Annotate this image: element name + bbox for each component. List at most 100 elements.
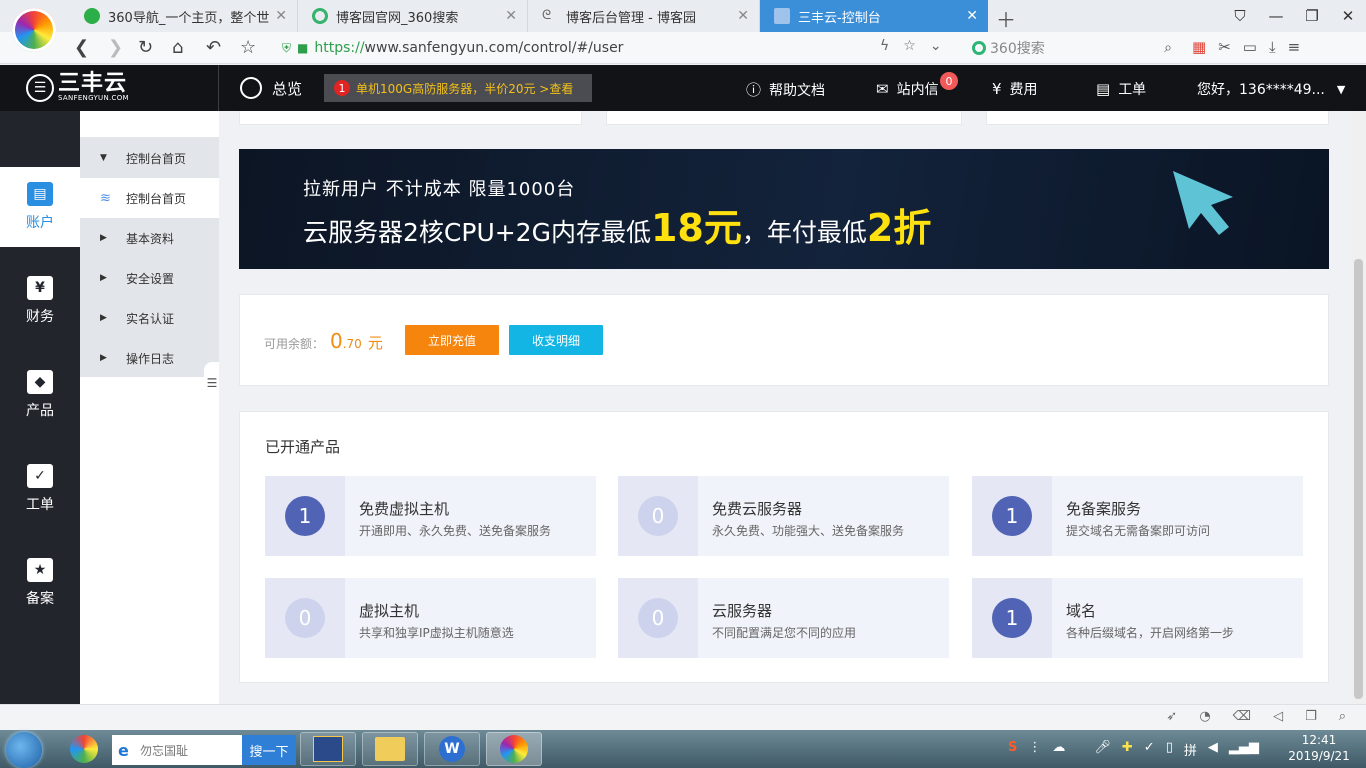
rocket-icon[interactable]: ➶ (1166, 709, 1177, 724)
folder-icon (375, 737, 405, 761)
taskbar-app-wps[interactable]: W (424, 732, 480, 766)
product-count: 0 (638, 496, 678, 536)
overview-link[interactable]: 总览 (240, 77, 302, 99)
volume-icon[interactable]: ◁ (1273, 709, 1283, 724)
favorite-icon[interactable]: ☆ (240, 37, 256, 58)
product-tile-domain[interactable]: 1 域名 各种后缀域名，开启网络第一步 (972, 578, 1303, 658)
close-icon[interactable]: ✕ (737, 8, 749, 24)
clock-time: 12:41 (1301, 733, 1337, 747)
close-window-icon[interactable]: ✕ (1330, 7, 1366, 25)
submenu-item-verification[interactable]: ▶ 实名认证 (80, 298, 219, 338)
recharge-button[interactable]: 立即充值 (405, 325, 499, 355)
browser-tab-active[interactable]: 三丰云-控制台 ✕ (760, 0, 988, 32)
microphone-icon[interactable]: 🎤︎ (1094, 740, 1111, 759)
site-logo[interactable]: ☰ 三丰云 SANFENGYUN.COM (26, 73, 129, 102)
product-tile-cloud[interactable]: 0 云服务器 不同配置满足您不同的应用 (618, 578, 949, 658)
product-tile-free-vhost[interactable]: 1 免费虚拟主机 开通即用、永久免费、送免备案服务 (265, 476, 596, 556)
zoom-icon[interactable]: ⌕ (1339, 709, 1346, 724)
shirt-icon[interactable]: ⛉ (1222, 7, 1258, 25)
undo-icon[interactable]: ↶ (206, 37, 221, 58)
menu-icon[interactable]: ≡ (1288, 38, 1301, 56)
new-tab-icon[interactable]: ＋ (996, 4, 1016, 33)
submenu-label: 控制台首页 (126, 151, 187, 166)
product-name: 虚拟主机 (359, 602, 420, 620)
search-engine-icon (972, 41, 986, 55)
balance-decimal: .70 (342, 337, 362, 351)
ime-icon[interactable]: 拼 (1184, 740, 1197, 759)
apps-grid-icon[interactable]: ▦ (1192, 38, 1206, 56)
chevron-down-icon[interactable]: ⌄ (930, 38, 942, 54)
submenu-item-security[interactable]: ▶ 安全设置 (80, 258, 219, 298)
taskbar-clock[interactable]: 12:41 2019/9/21 (1282, 732, 1356, 764)
promo-banner[interactable]: 拉新用户 不计成本 限量1000台 云服务器2核CPU+2G内存最低18元，年付… (239, 149, 1329, 269)
signal-icon[interactable]: ▂▄▆ (1229, 740, 1259, 759)
collapse-sidebar-icon[interactable]: ☰ (204, 362, 220, 404)
promo-notice[interactable]: 1 单机100G高防服务器，半价20元 >查看 (324, 74, 592, 102)
transactions-button[interactable]: 收支明细 (509, 325, 603, 355)
star-icon[interactable]: ☆ (903, 38, 916, 54)
browser-tab[interactable]: 博客园官网_360搜索 ✕ (298, 0, 528, 32)
close-icon[interactable]: ✕ (966, 8, 978, 24)
help-docs-link[interactable]: ⓘ 帮助文档 (746, 79, 825, 100)
windows-taskbar: e 勿忘国耻 搜一下 W S ⋮ ☁ 🎤︎ ✚ ✓ ▯ 拼 ◀ ▂▄▆ 12:4… (0, 730, 1366, 768)
network-check-icon[interactable]: ✓ (1144, 740, 1155, 759)
home-icon[interactable]: ⌂ (172, 37, 183, 58)
browser-tab[interactable]: ᘓ 博客后台管理 - 博客园 ✕ (528, 0, 760, 32)
submenu-item-console-home[interactable]: ≋ 控制台首页 (80, 178, 219, 218)
security-plus-icon[interactable]: ✚ (1122, 740, 1133, 759)
close-icon[interactable]: ✕ (275, 8, 287, 24)
speed-icon[interactable]: ◔ (1199, 709, 1210, 724)
product-count: 0 (638, 598, 678, 638)
speaker-icon[interactable]: ◀ (1208, 740, 1218, 759)
window-icon[interactable]: ❐ (1305, 709, 1317, 724)
browser-logo-icon[interactable] (12, 8, 56, 52)
rail-item-finance[interactable]: ¥ 财务 (0, 261, 80, 341)
battery-icon[interactable]: ▭ (1243, 38, 1257, 56)
tray-arrow-icon[interactable]: ⋮ (1028, 740, 1041, 759)
taskbar-app-game[interactable] (300, 732, 356, 766)
back-icon[interactable]: ❮ (74, 37, 89, 58)
usb-icon[interactable]: ▯ (1166, 740, 1173, 759)
lightning-icon[interactable]: ϟ (880, 38, 889, 54)
download-icon[interactable]: ⤓ (1269, 38, 1276, 56)
rail-item-filing[interactable]: ★ 备案 (0, 543, 80, 623)
user-menu[interactable]: 您好，136****49... ▼ (1197, 79, 1345, 99)
taskbar-app-explorer[interactable] (362, 732, 418, 766)
scrollbar-thumb[interactable] (1354, 259, 1363, 699)
reload-icon[interactable]: ↻ (138, 37, 153, 58)
rail-item-products[interactable]: ◆ 产品 (0, 355, 80, 435)
ticket-link[interactable]: ▤ 工单 (1096, 79, 1146, 99)
browser-tab[interactable]: 360导航_一个主页，整个世界 ✕ (70, 0, 298, 32)
rail-item-tickets[interactable]: ✓ 工单 (0, 449, 80, 529)
search-input[interactable]: 360搜索 ⌕ (972, 38, 1172, 58)
taskbar-search-button[interactable]: 搜一下 (242, 735, 296, 765)
rail-item-account[interactable]: ▤ 账户 (0, 167, 80, 247)
page-scrollbar[interactable] (1351, 111, 1366, 704)
product-tile-free-cloud[interactable]: 0 免费云服务器 永久免费、功能强大、送免备案服务 (618, 476, 949, 556)
submenu-group-console[interactable]: ▼ 控制台首页 (80, 138, 219, 178)
message-count-badge: 0 (940, 72, 958, 90)
forward-icon[interactable]: ❯ (108, 37, 123, 58)
sogou-icon[interactable]: S (1008, 740, 1017, 759)
taskbar-search-input[interactable]: e 勿忘国耻 (112, 735, 242, 765)
taskbar-app-pinwheel[interactable] (56, 732, 112, 766)
tab-title: 博客后台管理 - 博客园 (566, 10, 696, 26)
product-tile-vhost[interactable]: 0 虚拟主机 共享和独享IP虚拟主机随意选 (265, 578, 596, 658)
messages-link[interactable]: ✉ 站内信 (876, 79, 939, 99)
window-controls: ⛉ — ❐ ✕ (1222, 0, 1366, 32)
scissors-icon[interactable]: ✂ (1218, 38, 1231, 56)
minimize-icon[interactable]: — (1258, 7, 1294, 25)
close-icon[interactable]: ✕ (505, 8, 517, 24)
trash-icon[interactable]: ⌫ (1233, 709, 1251, 724)
submenu-item-profile[interactable]: ▶ 基本资料 (80, 218, 219, 258)
cost-link[interactable]: ¥ 费用 (992, 79, 1038, 99)
caret-right-icon: ▶ (100, 273, 107, 283)
cloud-icon[interactable]: ☁ (1052, 740, 1065, 759)
start-button[interactable] (6, 732, 42, 768)
search-icon[interactable]: ⌕ (1164, 40, 1172, 56)
taskbar-app-browser[interactable] (486, 732, 542, 766)
url-field[interactable]: ⛨ ■ https:// www.sanfengyun.com/control/… (282, 36, 962, 60)
product-tile-no-filing[interactable]: 1 免备案服务 提交域名无需备案即可访问 (972, 476, 1303, 556)
submenu-item-oplog[interactable]: ▶ 操作日志 (80, 338, 219, 378)
restore-icon[interactable]: ❐ (1294, 7, 1330, 25)
